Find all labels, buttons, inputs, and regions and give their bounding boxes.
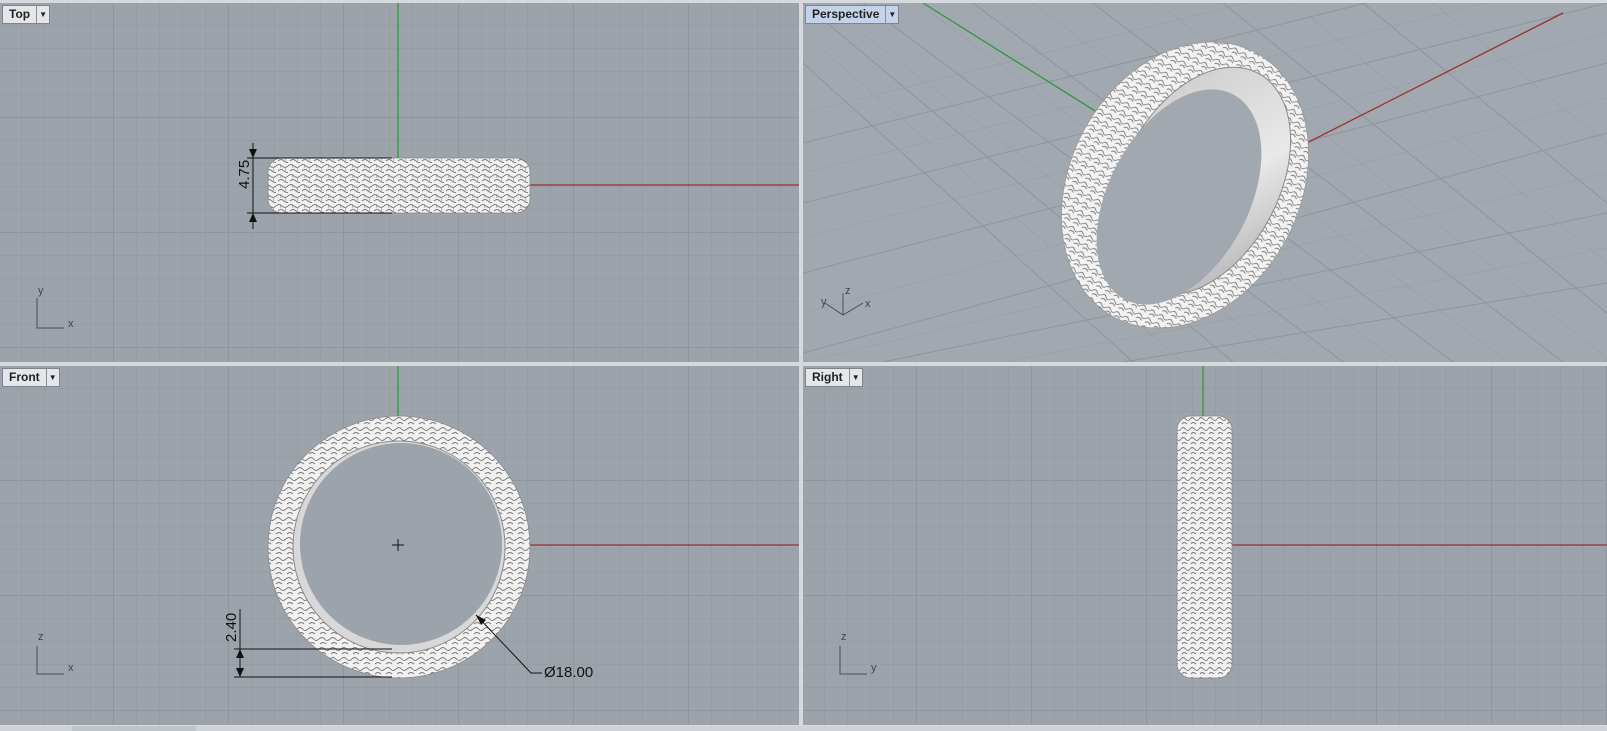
axis-indicator bbox=[824, 293, 864, 316]
viewport-tab-top[interactable]: Top ▼ bbox=[2, 5, 51, 24]
front-view-drawing bbox=[36, 366, 799, 679]
dimension-diameter-label: Ø18.00 bbox=[544, 664, 594, 681]
status-bar bbox=[0, 726, 1607, 731]
top-view-drawing bbox=[36, 3, 799, 329]
ring-top-shape[interactable] bbox=[267, 157, 531, 214]
axis-label-x: x bbox=[865, 298, 871, 310]
ring-perspective-shape[interactable] bbox=[1013, 3, 1357, 362]
viewport-label-front: Front bbox=[9, 370, 40, 384]
axis-indicator bbox=[839, 646, 867, 675]
axis-label-y: y bbox=[821, 296, 827, 308]
axis-label-y: y bbox=[38, 285, 44, 297]
ring-front-shape[interactable] bbox=[267, 415, 531, 679]
chevron-down-icon[interactable]: ▼ bbox=[45, 369, 59, 386]
viewport-tab-perspective[interactable]: Perspective ▼ bbox=[805, 5, 900, 24]
axis-label-z: z bbox=[38, 631, 44, 643]
chevron-down-icon[interactable]: ▼ bbox=[848, 369, 862, 386]
chevron-down-icon[interactable]: ▼ bbox=[885, 6, 898, 23]
axis-label-y: y bbox=[871, 662, 877, 674]
axis-indicator bbox=[36, 646, 64, 675]
viewport-tab-front[interactable]: Front ▼ bbox=[2, 368, 60, 387]
viewport-top[interactable]: Top ▼ 4.75 y x bbox=[0, 3, 799, 362]
viewport-label-top: Top bbox=[9, 7, 31, 21]
viewport-perspective[interactable]: Perspective ▼ y z x bbox=[803, 3, 1607, 362]
axis-label-x: x bbox=[68, 662, 74, 674]
dimension-width-label: 4.75 bbox=[236, 159, 253, 189]
status-bar-segment bbox=[72, 726, 196, 731]
axis-indicator bbox=[36, 298, 64, 329]
right-view-drawing bbox=[839, 366, 1607, 679]
axis-label-z: z bbox=[841, 631, 847, 643]
viewport-tab-right[interactable]: Right ▼ bbox=[805, 368, 863, 387]
viewport-right[interactable]: Right ▼ z y bbox=[803, 366, 1607, 725]
axis-label-z: z bbox=[845, 285, 851, 297]
dimension-thickness-label: 2.40 bbox=[223, 612, 240, 642]
perspective-view-drawing bbox=[803, 3, 1607, 362]
ring-right-shape[interactable] bbox=[1176, 415, 1233, 679]
viewport-label-right: Right bbox=[812, 370, 843, 384]
chevron-down-icon[interactable]: ▼ bbox=[36, 6, 49, 23]
axis-label-x: x bbox=[68, 318, 74, 330]
viewport-label-perspective: Perspective bbox=[812, 7, 880, 21]
viewport-front[interactable]: Front ▼ 2.40 Ø18.00 z x bbox=[0, 366, 799, 725]
